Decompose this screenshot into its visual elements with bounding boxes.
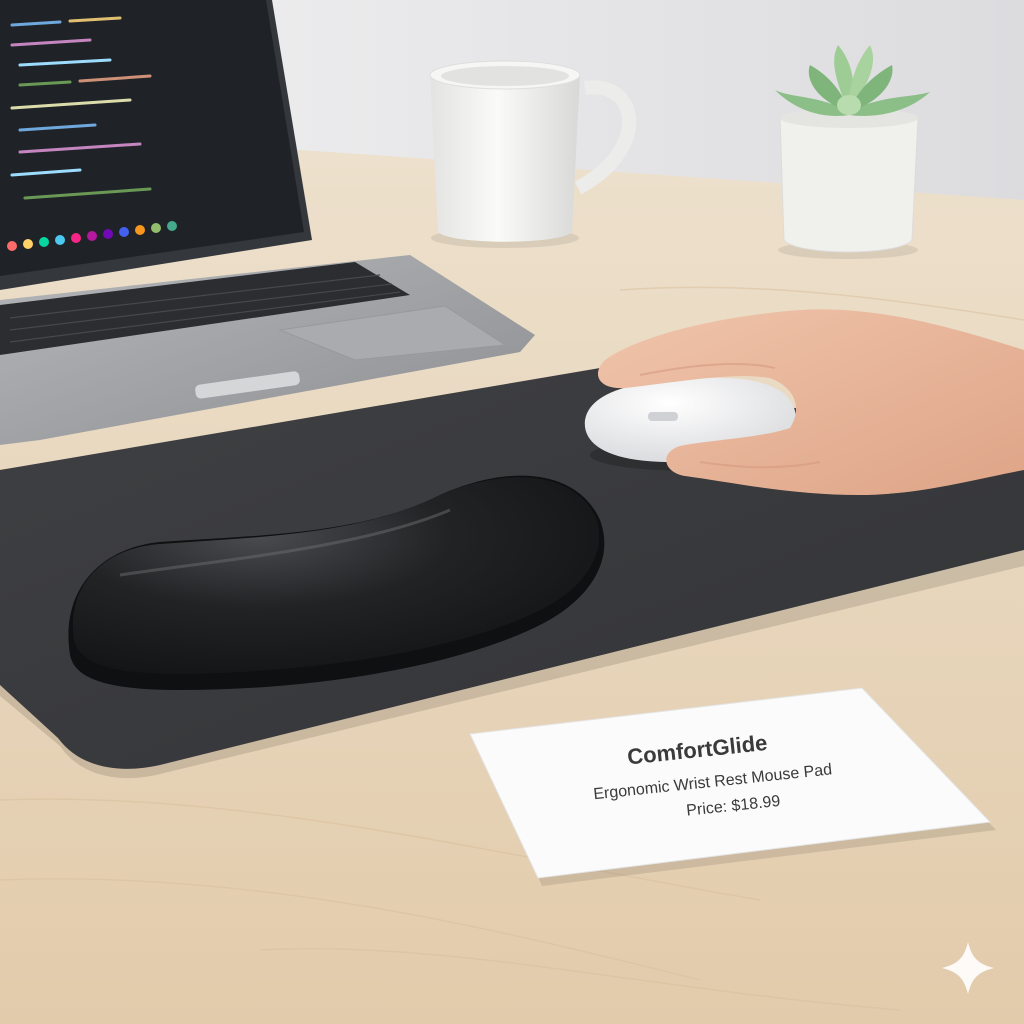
desk-scene: ComfortGlide Ergonomic Wrist Rest Mouse … [0, 0, 1024, 1024]
